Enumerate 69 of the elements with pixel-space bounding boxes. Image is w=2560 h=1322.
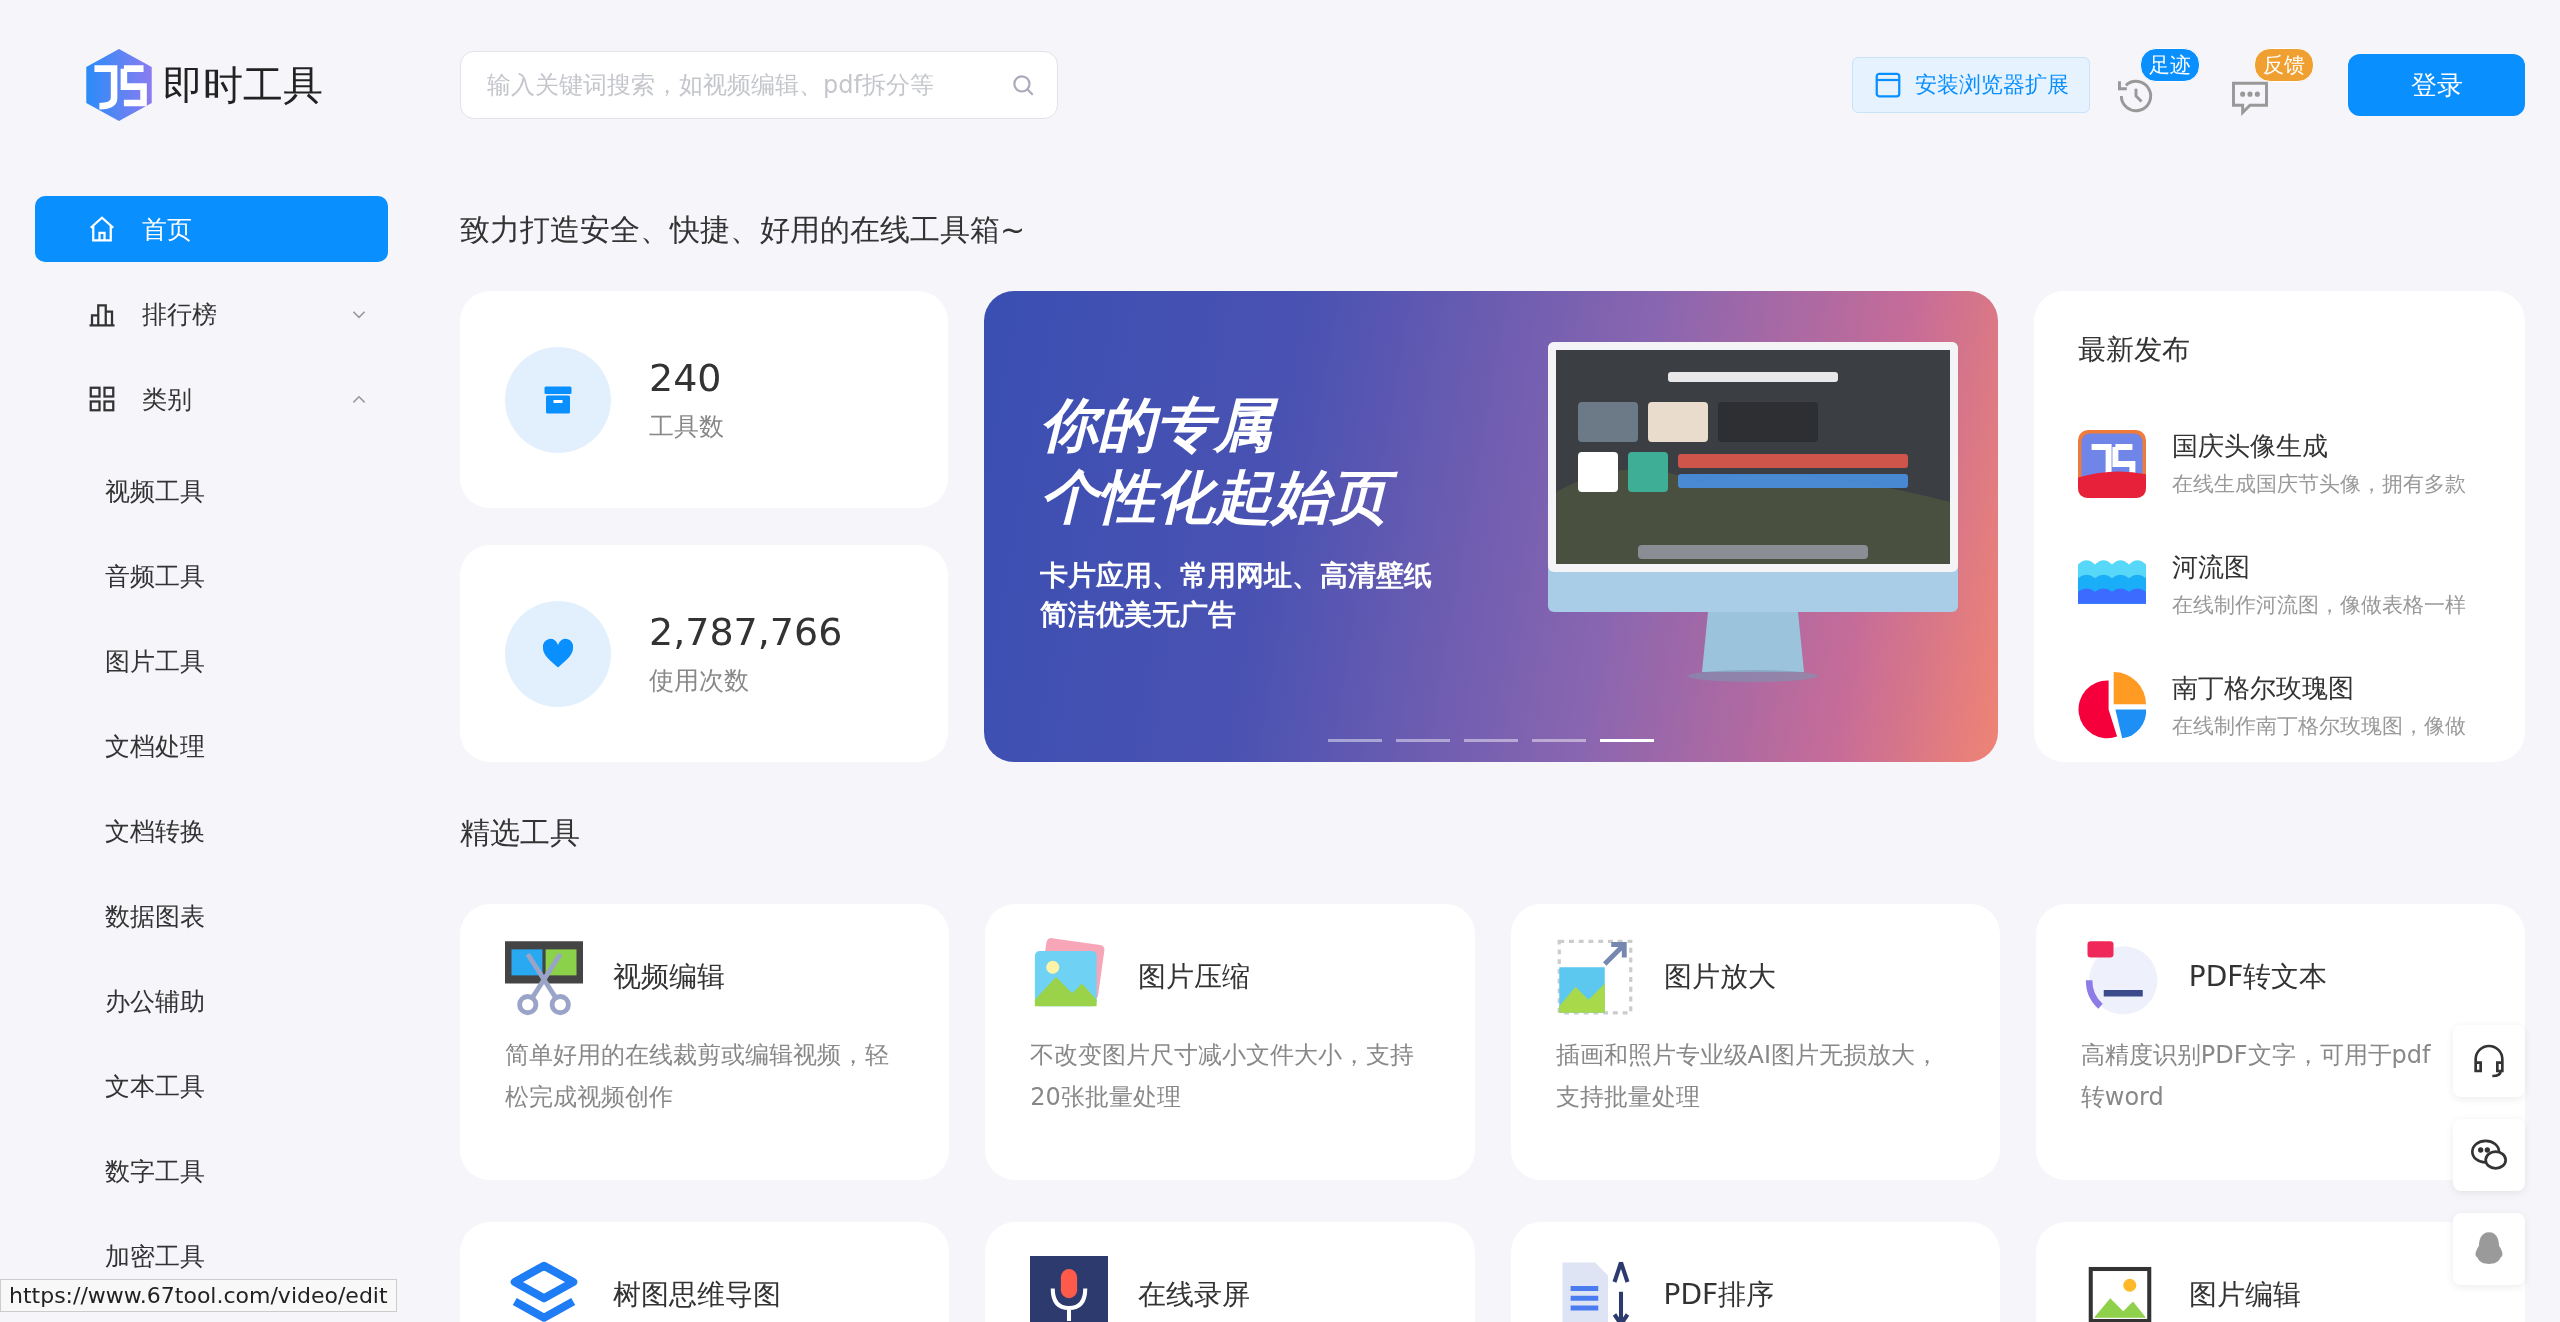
panel-title: 最新发布 (2078, 332, 2191, 368)
latest-item-description: 在线制作南丁格尔玫瑰图，像做 (2172, 713, 2466, 740)
category-item[interactable]: 办公辅助 (35, 959, 388, 1044)
float-button[interactable] (2453, 1025, 2525, 1097)
status-url-tooltip: https://www.67tool.com/video/edit (0, 1279, 397, 1312)
history-badge: 足迹 (2140, 48, 2200, 82)
tool-card[interactable]: 图片编辑 (2035, 1222, 2525, 1322)
browser-window-icon (1873, 70, 1903, 100)
app-badge-icon (2078, 429, 2146, 498)
latest-item-name[interactable]: 国庆头像生成 (2172, 429, 2466, 464)
section-title: 精选工具 (460, 813, 581, 852)
carousel-indicator[interactable] (1600, 739, 1654, 742)
latest-item-description: 在线制作河流图，像做表格一样 (2172, 592, 2466, 619)
category-item[interactable]: 视频工具 (35, 449, 388, 534)
tool-card[interactable]: 图片压缩 不改变图片尺寸减小文件大小，支持20张批量处理 (985, 904, 1475, 1180)
home-icon (87, 214, 117, 244)
tool-card[interactable]: 在线录屏 (985, 1222, 1475, 1322)
latest-item-name[interactable]: 河流图 (2172, 550, 2466, 585)
carousel-indicator[interactable] (1328, 739, 1382, 742)
tool-name: 图片放大 (1663, 959, 1776, 995)
carousel-indicator[interactable] (1464, 739, 1518, 742)
category-item[interactable]: 文本工具 (35, 1044, 388, 1129)
sidebar-item[interactable]: 排行榜 (35, 281, 388, 347)
carousel-indicator[interactable] (1396, 739, 1450, 742)
search-icon (1010, 72, 1036, 98)
latest-item-description: 在线生成国庆节头像，拥有多款 (2172, 471, 2466, 498)
logo-icon (85, 49, 153, 121)
tool-card[interactable]: PDF转文本 高精度识别PDF文字，可用于pdf转word (2035, 904, 2525, 1180)
tool-name: 图片压缩 (1138, 959, 1251, 995)
tool-name: 视频编辑 (613, 959, 725, 995)
microphone-icon (1030, 1256, 1109, 1322)
tool-card[interactable]: PDF排序 (1510, 1222, 2000, 1322)
category-item[interactable]: 文档处理 (35, 704, 388, 789)
tool-description: 简单好用的在线裁剪或编辑视频，轻松完成视频创作 (505, 1040, 890, 1113)
banner-subtitle: 卡片应用、常用网址、高清壁纸 简洁优美无广告 (1040, 557, 1433, 633)
tagline: 致力打造安全、快捷、好用的在线工具箱~ (460, 211, 1027, 249)
carousel-indicator[interactable] (1532, 739, 1586, 742)
stat-label: 使用次数 (649, 665, 750, 697)
tool-name: PDF转文本 (2188, 959, 2328, 995)
category-item[interactable]: 数据图表 (35, 874, 388, 959)
stat-value: 240 (649, 356, 723, 400)
search-field[interactable]: 输入关键词搜索，如视频编辑、pdf拆分等 (460, 51, 1058, 119)
grid-icon (87, 384, 117, 414)
tool-description: 不改变图片尺寸减小文件大小，支持20张批量处理 (1030, 1040, 1416, 1113)
image-enlarge-icon (1555, 938, 1634, 1016)
tool-name: 图片编辑 (2188, 1277, 2301, 1313)
latest-item-name[interactable]: 南丁格尔玫瑰图 (2172, 671, 2466, 706)
tool-name: PDF排序 (1663, 1277, 1775, 1313)
tool-card[interactable]: 视频编辑 简单好用的在线裁剪或编辑视频，轻松完成视频创作 (460, 904, 950, 1180)
sidebar-item[interactable]: 类别 (35, 366, 388, 432)
stat-label: 工具数 (649, 411, 724, 443)
float-button[interactable] (2453, 1119, 2525, 1191)
tool-name: 树图思维导图 (613, 1277, 781, 1313)
banner-title: 你的专属 个性化起始页 (1040, 388, 1540, 534)
pie-chart-icon (2078, 671, 2146, 740)
logo-text: 即时工具 (163, 60, 323, 110)
tool-description: 插画和照片专业级AI图片无损放大，支持批量处理 (1555, 1040, 1940, 1113)
category-item[interactable]: 文档转换 (35, 789, 388, 874)
tool-description: 高精度识别PDF文字，可用于pdf转word (2080, 1040, 2432, 1113)
stat-value: 2,787,766 (649, 610, 843, 654)
promo-banner[interactable]: 你的专属 个性化起始页 卡片应用、常用网址、高清壁纸 简洁优美无广告 (984, 291, 1998, 762)
film-scissors-icon (505, 938, 583, 1016)
feedback-badge: 反馈 (2254, 48, 2314, 82)
tool-card[interactable]: 图片放大 插画和照片专业级AI图片无损放大，支持批量处理 (1510, 904, 2000, 1180)
tool-card[interactable]: 树图思维导图 (460, 1222, 950, 1322)
category-item[interactable]: 数字工具 (35, 1129, 388, 1214)
category-item[interactable]: 图片工具 (35, 619, 388, 704)
category-item[interactable]: 音频工具 (35, 534, 388, 619)
tool-name: 在线录屏 (1138, 1277, 1251, 1313)
